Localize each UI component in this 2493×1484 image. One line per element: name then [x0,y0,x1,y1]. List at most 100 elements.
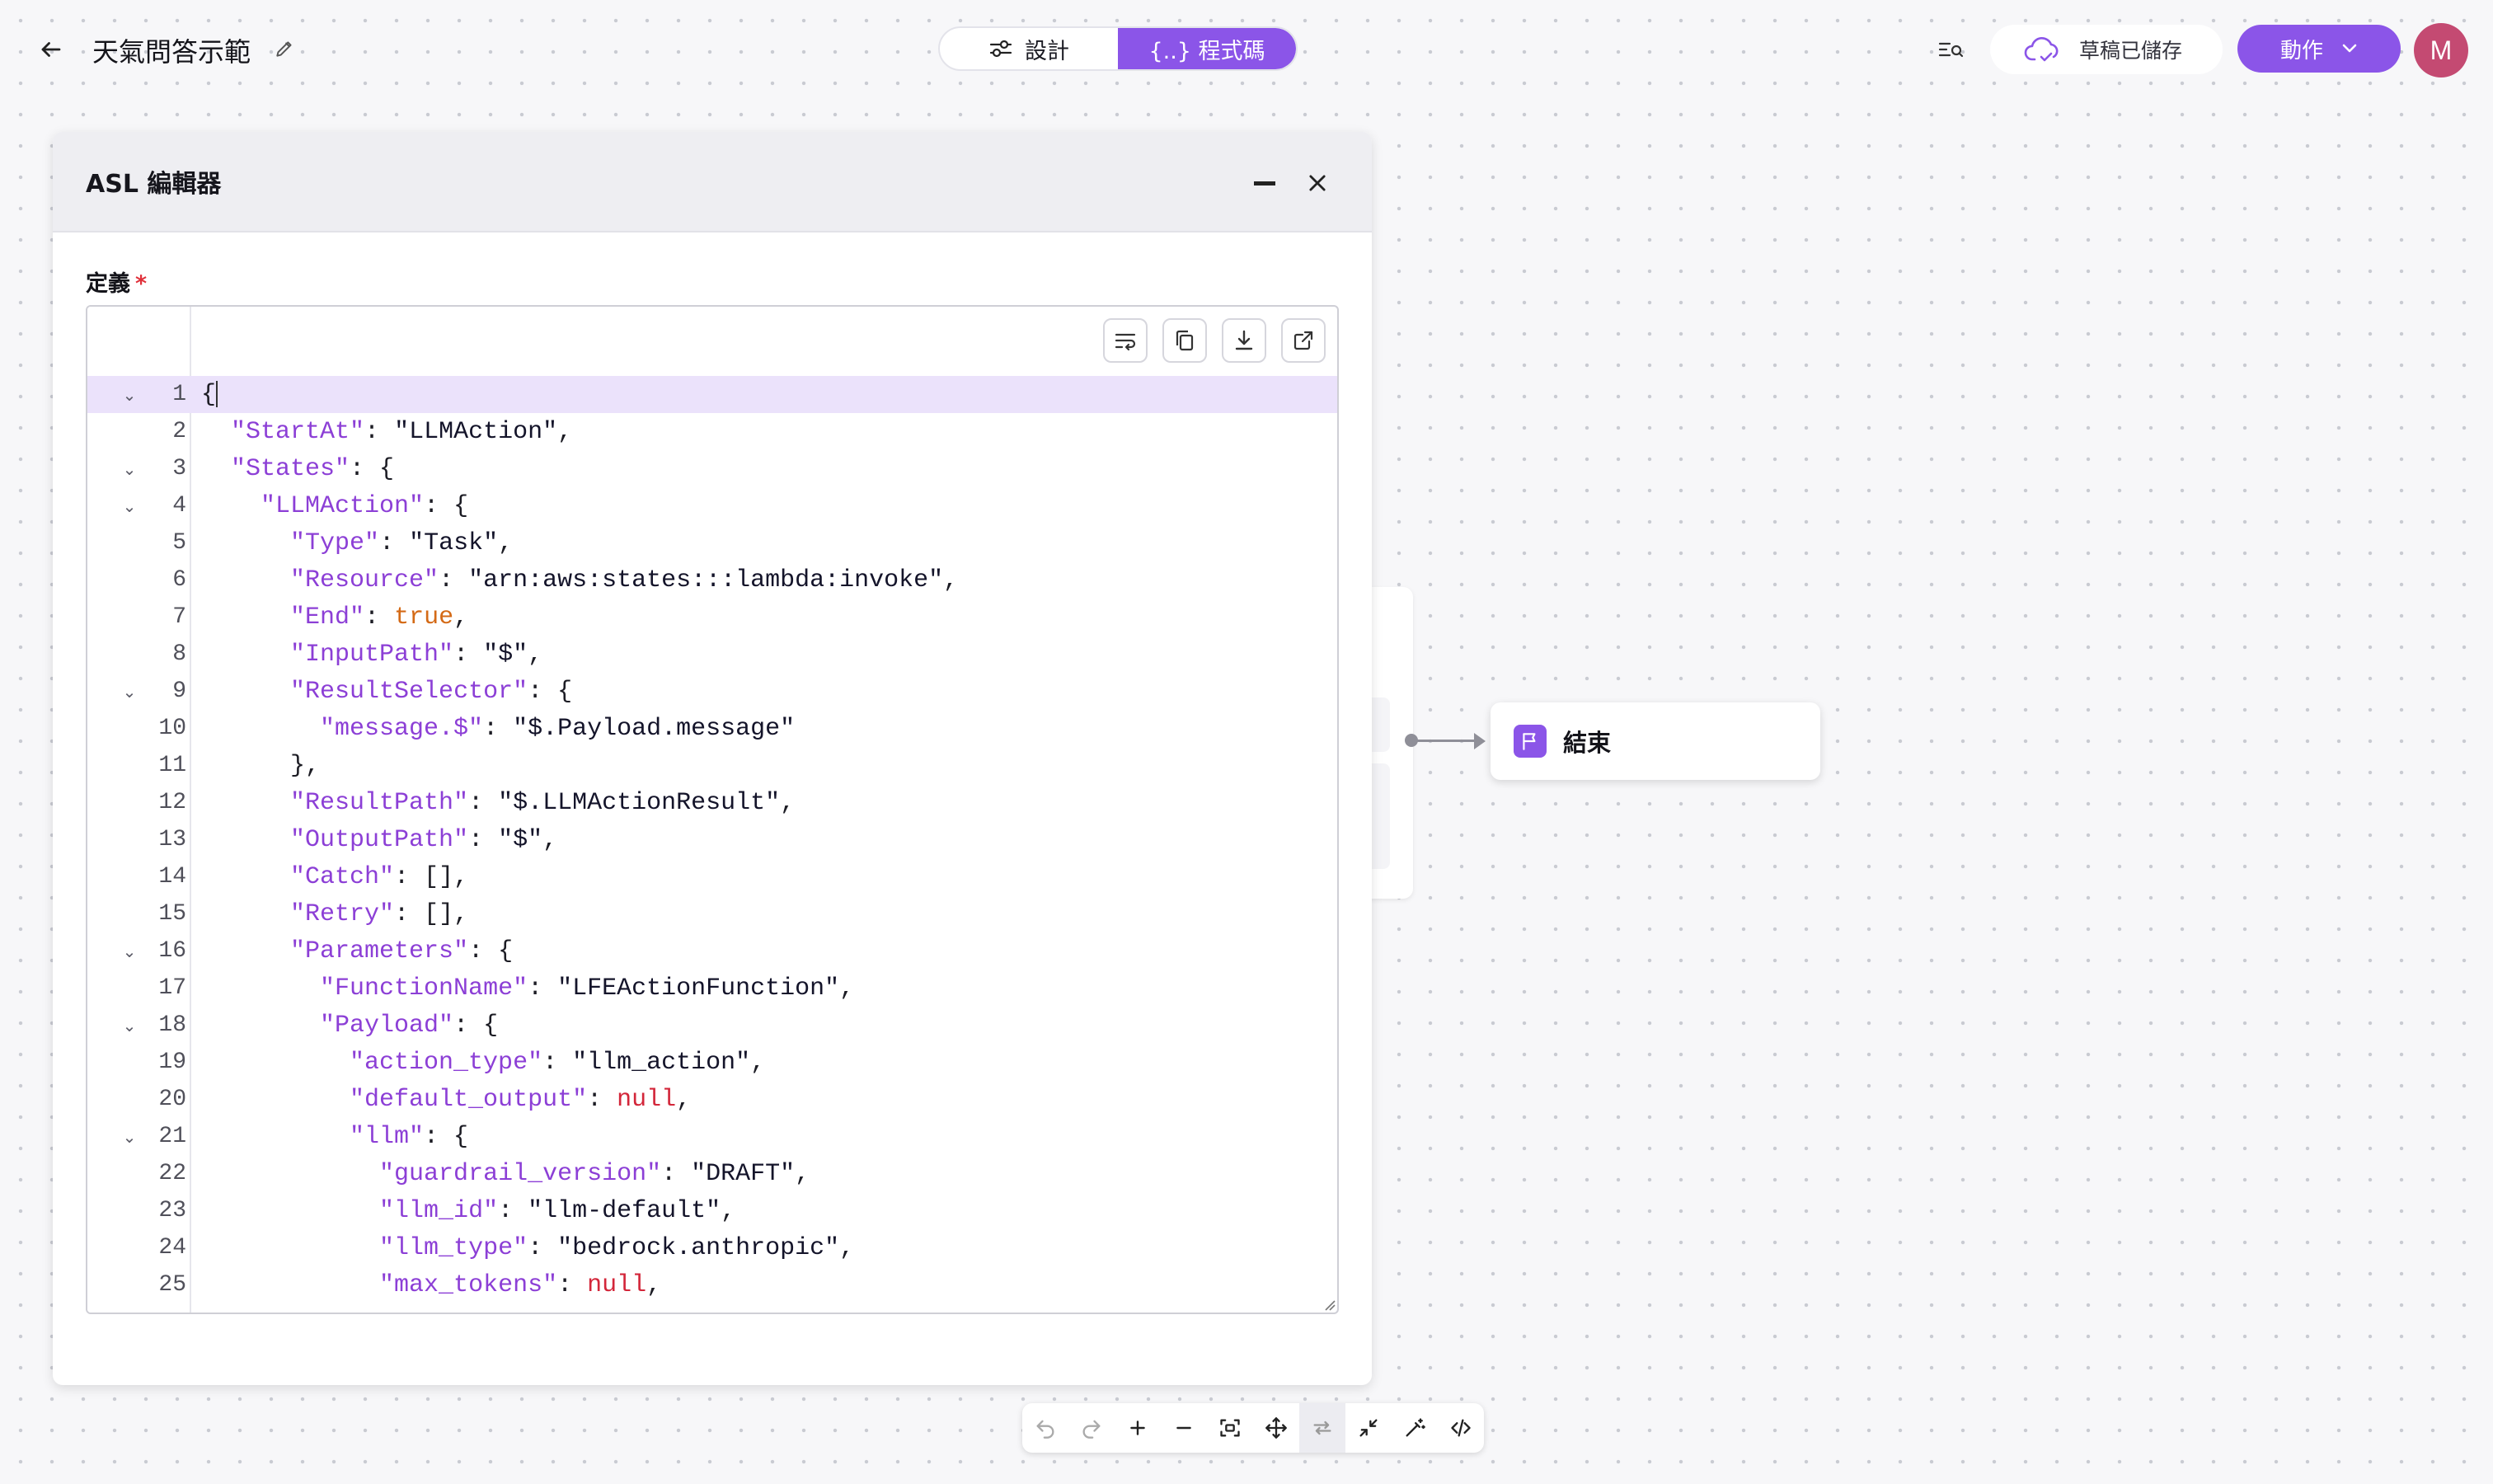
fold-toggle-icon[interactable]: ⌄ [120,682,138,702]
line-number: 24 [158,1235,186,1261]
code-line[interactable]: 8 "InputPath": "$", [87,636,1337,673]
line-number: 11 [158,753,186,778]
line-code: "Parameters": { [290,937,514,965]
code-line[interactable]: 7 "End": true, [87,599,1337,636]
code-line[interactable]: ⌄ 21 "llm": { [87,1118,1337,1155]
line-number: 25 [158,1272,186,1298]
copy-button[interactable] [1162,318,1207,363]
code-icon [1451,1419,1471,1437]
line-number: 4 [172,493,186,519]
code-line[interactable]: 6 "Resource": "arn:aws:states:::lambda:i… [87,561,1337,599]
fold-toggle-icon[interactable]: ⌄ [120,496,138,516]
line-number: 13 [158,827,186,852]
code-line[interactable]: 2 "StartAt": "LLMAction", [87,413,1337,450]
open-external-button[interactable] [1281,318,1326,363]
tab-design-label: 設計 [1025,38,1069,64]
back-button[interactable] [35,33,68,66]
redo-button[interactable] [1068,1403,1115,1453]
search-button[interactable] [1934,35,1967,64]
line-code: "FunctionName": "LFEActionFunction", [320,974,855,1003]
move-icon [1265,1417,1287,1439]
undo-button[interactable] [1022,1403,1068,1453]
zoom-in-button[interactable] [1115,1403,1161,1453]
code-line[interactable]: 13 "OutputPath": "$", [87,821,1337,858]
pencil-icon [276,41,292,57]
code-line[interactable]: 22 "guardrail_version": "DRAFT", [87,1155,1337,1192]
actions-dropdown-button[interactable]: 動作 [2237,25,2401,73]
canvas-toolbar [1022,1403,1484,1453]
line-code: "default_output": null, [350,1085,692,1114]
fold-toggle-icon[interactable]: ⌄ [120,1127,138,1147]
line-code: "OutputPath": "$", [290,825,558,854]
fold-toggle-icon[interactable]: ⌄ [120,385,138,405]
plus-icon [1130,1421,1145,1435]
code-line[interactable]: ⌄ 1 { [87,376,1337,413]
tab-code[interactable]: {..} 程式碼 [1118,28,1296,69]
code-line[interactable]: ⌄ 9 "ResultSelector": { [87,673,1337,710]
code-line[interactable]: 17 "FunctionName": "LFEActionFunction", [87,970,1337,1007]
line-number: 12 [158,790,186,815]
code-line[interactable]: 5 "Type": "Task", [87,524,1337,561]
end-node-label: 結束 [1563,729,1612,757]
code-line[interactable]: ⌄ 4 "LLMAction": { [87,487,1337,524]
flag-icon [1514,725,1547,758]
panel-title: ASL 編輯器 [86,170,222,199]
line-number: 9 [172,679,186,704]
line-code: "Payload": { [320,1011,499,1040]
line-number: 19 [158,1050,186,1075]
code-line[interactable]: 20 "default_output": null, [87,1081,1337,1118]
resize-handle-icon[interactable] [1321,1296,1336,1311]
line-code: "llm_type": "bedrock.anthropic", [379,1233,855,1262]
end-node[interactable]: 結束 [1491,702,1820,780]
code-editor[interactable]: ⌄ 1 {2 "StartAt": "LLMAction", ⌄ 3 "States":… [86,305,1339,1314]
line-code: }, [201,751,321,780]
minimize-button[interactable] [1246,165,1283,201]
fit-view-button[interactable] [1207,1403,1253,1453]
line-number: 15 [158,901,186,927]
fit-view-icon [1220,1419,1240,1437]
tab-design[interactable]: 設計 [940,28,1118,69]
auto-layout-button[interactable] [1392,1403,1438,1453]
close-button[interactable] [1299,165,1336,201]
code-line[interactable]: 12 "ResultPath": "$.LLMActionResult", [87,784,1337,821]
code-view-button[interactable] [1438,1403,1484,1453]
code-line[interactable]: 23 "llm_id": "llm-default", [87,1192,1337,1229]
collapse-button[interactable] [1345,1403,1392,1453]
line-number: 3 [172,456,186,481]
fold-toggle-icon[interactable]: ⌄ [120,459,138,479]
code-line[interactable]: 14 "Catch": [], [87,858,1337,895]
undo-icon [1036,1420,1054,1439]
wrap-lines-icon [1115,333,1136,351]
code-line[interactable]: ⌄ 3 "States": { [87,450,1337,487]
definition-label: 定義 * [86,265,147,298]
line-code: "LLMAction": { [261,491,469,520]
line-number: 18 [158,1012,186,1038]
line-number: 17 [158,975,186,1001]
code-line[interactable]: 11 }, [87,747,1337,784]
pan-button[interactable] [1253,1403,1299,1453]
edit-title-button[interactable] [270,35,298,63]
swap-direction-button[interactable] [1299,1403,1345,1453]
line-number: 16 [158,938,186,964]
line-code: { [201,380,218,409]
code-line[interactable]: ⌄ 18 "Payload": { [87,1007,1337,1044]
required-mark: * [135,271,148,297]
line-number: 23 [158,1198,186,1223]
code-line[interactable]: 19 "action_type": "llm_action", [87,1044,1337,1081]
editor-toolbar [1103,318,1326,363]
code-line[interactable]: ⌄ 16 "Parameters": { [87,932,1337,970]
code-line[interactable]: 10 "message.$": "$.Payload.message" [87,710,1337,747]
wrap-lines-button[interactable] [1103,318,1148,363]
code-line[interactable]: 24 "llm_type": "bedrock.anthropic", [87,1229,1337,1266]
code-line[interactable]: 15 "Retry": [], [87,895,1337,932]
fold-toggle-icon[interactable]: ⌄ [120,1016,138,1036]
avatar[interactable]: M [2414,23,2468,77]
download-button[interactable] [1222,318,1266,363]
collapse-icon [1359,1419,1378,1437]
code-line[interactable]: 25 "max_tokens": null, [87,1266,1337,1303]
line-number: 5 [172,530,186,556]
line-code: "InputPath": "$", [290,640,543,669]
zoom-out-button[interactable] [1161,1403,1207,1453]
definition-label-text: 定義 [86,271,130,297]
fold-toggle-icon[interactable]: ⌄ [120,942,138,961]
